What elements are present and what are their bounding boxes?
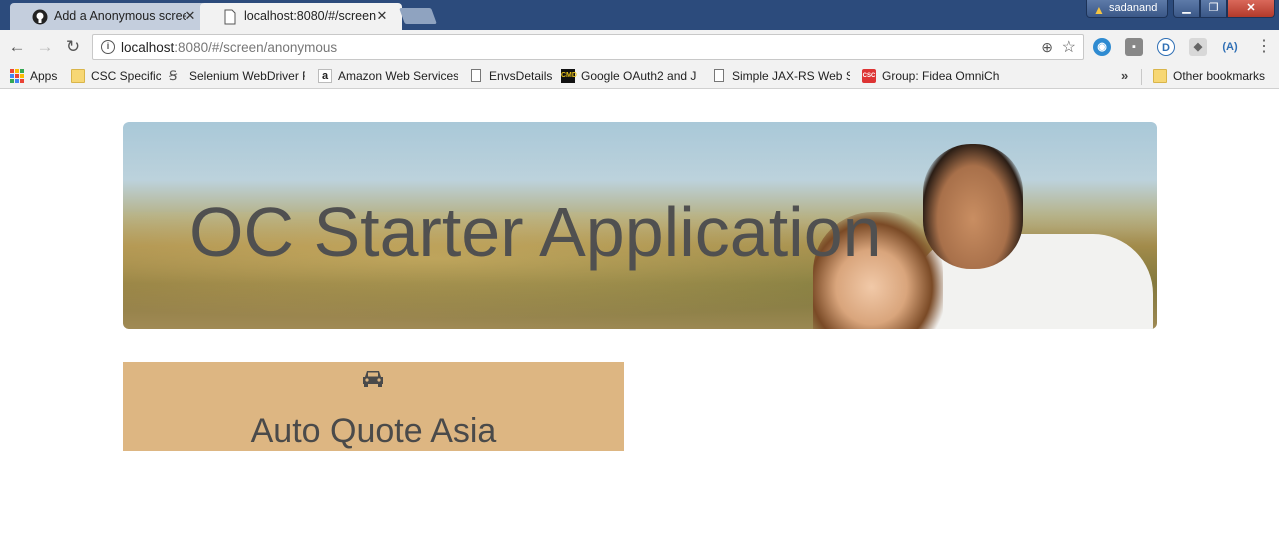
maximize-button[interactable]: ❐ bbox=[1200, 0, 1227, 18]
browser-toolbar: ← → ↻ i localhost:8080/#/screen/anonymou… bbox=[0, 30, 1279, 64]
tab-localhost[interactable]: localhost:8080/#/screen/ ✕ bbox=[200, 3, 402, 30]
bookmark-group-fidea[interactable]: CSC Group: Fidea OmniCh bbox=[862, 68, 1000, 85]
page-icon bbox=[224, 9, 236, 25]
shield-extension-icon[interactable]: ◆ bbox=[1189, 38, 1207, 56]
bookmark-other-bookmarks[interactable]: Other bookmarks bbox=[1153, 68, 1273, 85]
bookmarks-bar: Apps CSC Specific Ꞩ Selenium WebDriver F… bbox=[0, 64, 1279, 89]
window-user-badge[interactable]: ▲ sadanand bbox=[1086, 0, 1168, 18]
hero-banner: OC Starter Application bbox=[123, 122, 1157, 329]
apps-icon bbox=[10, 69, 24, 83]
info-icon[interactable]: i bbox=[101, 40, 115, 54]
bookmark-selenium[interactable]: Ꞩ Selenium WebDriver F bbox=[169, 68, 305, 85]
folder-icon bbox=[1153, 69, 1167, 83]
reload-icon[interactable]: ↻ bbox=[64, 38, 82, 56]
cmd-icon: CMD bbox=[561, 69, 577, 83]
auto-quote-asia-card[interactable]: Auto Quote Asia bbox=[123, 362, 624, 451]
bookmark-star-icon[interactable]: ☆ bbox=[1062, 37, 1076, 57]
page-icon bbox=[714, 69, 724, 82]
github-icon bbox=[32, 9, 48, 25]
close-tab-icon[interactable]: ✕ bbox=[374, 8, 390, 24]
bookmark-csc-specific[interactable]: CSC Specific bbox=[71, 68, 161, 85]
bookmarks-divider bbox=[1141, 69, 1142, 85]
page-icon bbox=[471, 69, 481, 82]
bookmark-amazon[interactable]: a Amazon Web Services bbox=[318, 68, 458, 85]
bookmark-apps[interactable]: Apps bbox=[10, 68, 62, 85]
card-title: Auto Quote Asia bbox=[250, 412, 497, 450]
page-title: OC Starter Application bbox=[189, 193, 882, 271]
bookmark-google-oauth2[interactable]: CMD Google OAuth2 and J bbox=[561, 68, 701, 85]
close-tab-icon[interactable]: ✕ bbox=[182, 8, 198, 24]
tab-title: localhost:8080/#/screen/ bbox=[244, 9, 376, 23]
bookmark-simple-jax-rs[interactable]: Simple JAX-RS Web S bbox=[712, 68, 850, 85]
url-text[interactable]: localhost:8080/#/screen/anonymous bbox=[121, 40, 337, 55]
window-user-name: sadanand bbox=[1109, 2, 1158, 14]
bookmarks-overflow-button[interactable]: » bbox=[1121, 68, 1128, 83]
amazon-icon: a bbox=[318, 69, 332, 83]
browser-titlebar: Add a Anonymous scree ✕ localhost:8080/#… bbox=[0, 0, 1279, 30]
minimize-button[interactable]: ▁ bbox=[1173, 0, 1200, 18]
bookmark-envsdetails[interactable]: EnvsDetails bbox=[469, 68, 553, 85]
selenium-icon: Ꞩ bbox=[169, 68, 178, 83]
car-icon bbox=[363, 371, 383, 387]
tab-title: Add a Anonymous scree bbox=[54, 9, 186, 23]
csc-icon: CSC bbox=[862, 69, 876, 83]
folder-icon bbox=[71, 69, 85, 83]
a-extension-icon[interactable]: (A) bbox=[1219, 38, 1241, 56]
close-window-button[interactable]: ✕ bbox=[1227, 0, 1275, 18]
forward-arrow-icon[interactable]: → bbox=[36, 38, 54, 56]
zoom-icon[interactable]: ⊕ bbox=[1041, 39, 1053, 56]
globe-extension-icon[interactable]: ◉ bbox=[1093, 38, 1111, 56]
tab-github[interactable]: Add a Anonymous scree ✕ bbox=[10, 3, 206, 30]
d-extension-icon[interactable]: D bbox=[1157, 38, 1175, 56]
new-tab-button[interactable] bbox=[399, 8, 437, 24]
address-bar[interactable]: i localhost:8080/#/screen/anonymous ⊕ ☆ bbox=[92, 34, 1084, 60]
menu-icon[interactable]: ⋮ bbox=[1256, 37, 1272, 57]
warning-icon: ▲ bbox=[1093, 3, 1105, 17]
back-arrow-icon[interactable]: ← bbox=[8, 38, 26, 56]
gray-extension-icon[interactable]: ▪ bbox=[1125, 38, 1143, 56]
